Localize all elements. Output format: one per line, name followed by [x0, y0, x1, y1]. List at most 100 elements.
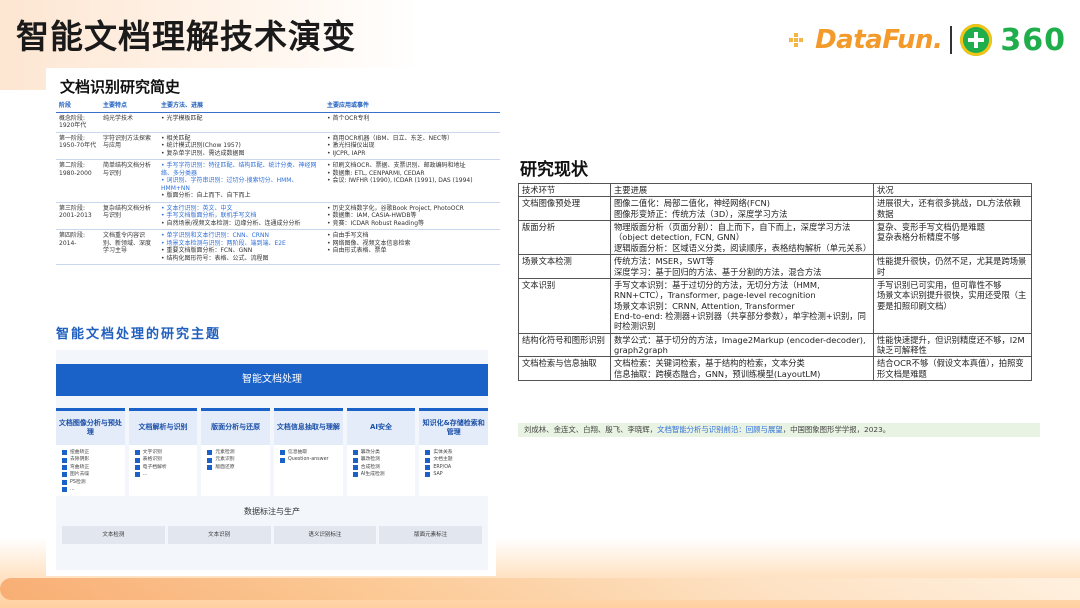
topic-item-label: 篡改分类 [360, 450, 380, 455]
topic-item: 图片去噪 [62, 471, 125, 478]
history-method-item: 单字识别和文本行识别：CNN、CRNN [161, 232, 321, 240]
history-row: 概念阶段: 1920年代纯光学技术光学模板匹配首个OCR专利 [56, 112, 500, 133]
topic-item: 元素检测 [207, 449, 270, 456]
checkbox-icon [62, 472, 67, 478]
topic-item-label: Question-answer [288, 457, 329, 463]
topic-item: 版面还原 [207, 464, 270, 471]
datafun-dots-icon [789, 33, 805, 47]
status-state: 性能快速提升，但识别精度还不够，I2M缺乏可解释性 [873, 332, 1032, 358]
status-progress-line: 逻辑版面分析：区域语义分类，阅读顺序，表格结构解析（单元关系） [614, 242, 872, 253]
history-method-item: 文本行识别：英文、中文 [161, 205, 321, 213]
topic-item: ... [62, 486, 125, 493]
checkbox-icon [134, 465, 140, 471]
history-methods-list: 光学模板匹配 [161, 115, 321, 123]
status-stage: 文档检索与信息抽取 [518, 356, 611, 382]
status-title: 研究现状 [520, 160, 588, 180]
checkbox-icon [62, 457, 67, 463]
history-event-item: 印刷文档OCR、票据、支票识别、邮政编码和地址 [327, 162, 497, 170]
history-row: 第三阶段: 2001-2013复杂结构文档分析与识别文本行识别：英文、中文手写文… [56, 202, 500, 230]
checkbox-icon [425, 465, 431, 471]
topic-item-label: 文字识别 [142, 450, 162, 455]
topic-column: 文档图像分析与预处理 扭曲矫正 去除阴影 弯曲矫正 图片去噪 PS检测... [56, 408, 125, 496]
status-col-header: 主要进展 [610, 182, 874, 198]
topic-item-label: ... [142, 472, 148, 478]
history-events-list: 首个OCR专利 [327, 115, 497, 123]
history-methods: 文本行识别：英文、中文手写文档版面分析，联机手写文档自然场景/视频文本检测：边缘… [158, 202, 324, 230]
history-methods-list: 单字识别和文本行识别：CNN、CRNN场景文本检测与识别：两阶段、端到端、E2E… [161, 232, 321, 262]
topic-column: 文档解析与识别文字识别表格识别 电子档解析... [128, 408, 198, 496]
history-row: 第四阶段: 2014-文档重令内容识别、新领域、深度学习主导单字识别和文本行识别… [56, 229, 500, 265]
history-title: 文档识别研究简史 [60, 78, 181, 96]
history-event-item: 商用OCR机器（IBM、日立、东芝、NEC等） [327, 135, 497, 143]
status-row: 场景文本检测 传统方法：MSER，SWT等 深度学习：基于回归的方法、基于分割的方法… [518, 254, 1032, 279]
status-progress-line: 手写文本识别：基于过切分的方法，无切分方法（HMM, RNN+CTC），Tran… [614, 279, 820, 301]
history-row: 第二阶段: 1980-2000简单结构文档分析与识别手写字符识别：特征匹配、结构… [56, 159, 500, 203]
topic-column: 版面分析与还原 元素检测 元素识别 版面还原 [201, 408, 271, 496]
topic-item: 实体关系 [425, 449, 488, 456]
history-col-header: 主要特点 [100, 100, 158, 113]
history-event-item: 会议: IWFHR (1990), ICDAR (1991), DAS (199… [327, 177, 497, 185]
checkbox-icon [62, 479, 67, 485]
history-event-item: 网络图像、视频文本信息检索 [327, 240, 497, 248]
topic-column-title: AI安全 [346, 411, 416, 445]
status-row: 文本识别 手写文本识别：基于过切分的方法，无切分方法（HMM, RNN+CTC），… [518, 277, 1032, 334]
topic-column-title: 知识化&存储检索和管理 [419, 411, 489, 445]
history-event-item: 数据集: ETL, CENPARMI, CEDAR [327, 170, 497, 178]
history-events: 商用OCR机器（IBM、日立、东芝、NEC等）激光扫描仪出现IJCPR, IAP… [324, 132, 500, 160]
checkbox-icon [352, 450, 358, 456]
history-stage: 第三阶段: 2001-2013 [56, 202, 100, 230]
status-progress-line: 物理版面分析（页面分割）：自上而下，自下而上，深度学习方法（object det… [614, 222, 851, 243]
topic-column-title: 文档信息抽取与理解 [274, 411, 343, 445]
topic-item-label: AI生成检测 [360, 472, 385, 478]
history-event-item: 自由形式表格、票单 [327, 247, 497, 255]
topic-item: 电子档解析 [134, 464, 198, 471]
checkbox-icon [207, 450, 213, 456]
topic-item-label: PS检测 [70, 479, 86, 485]
topic-column-title: 文档解析与识别 [128, 411, 198, 445]
data-cells: 文本检测 文本识别 语义识别标注 版面元素标注 [62, 526, 482, 544]
history-methods: 相关匹配统计模式识别(Chow 1957)复杂单字识别、需达成数据图 [158, 132, 324, 160]
datafun-logo: DataFun. [815, 25, 943, 55]
history-method-item: 相关匹配 [161, 135, 321, 143]
status-progress-line: 图像形变矫正：传统方法（3D），深度学习方法 [614, 208, 788, 219]
history-method-item: 统计模式识别(Chow 1957) [161, 142, 321, 150]
history-method-item: 手写文档版面分析，联机手写文档 [161, 212, 321, 220]
history-events: 历史文档数字化，谷歌Book Project, PhotoOCR数据集：IAM,… [324, 202, 500, 230]
history-feature: 文档重令内容识别、新领域、深度学习主导 [100, 229, 158, 265]
footer-streak [0, 578, 1080, 600]
history-events: 印刷文档OCR、票据、支票识别、邮政编码和地址数据集: ETL, CENPARM… [324, 159, 500, 203]
topic-item-label: 元素检测 [215, 450, 235, 455]
history-stage: 第二阶段: 1980-2000 [56, 159, 100, 203]
status-state-line: 手写识别已可实用，但可靠性不够 [877, 279, 1002, 290]
checkbox-icon [352, 465, 358, 471]
status-progress-line: 信息抽取：跨模态融合，GNN，预训练模型(LayoutLM) [614, 368, 821, 379]
history-event-item: 竞赛：ICDAR Robust Reading等 [327, 220, 497, 228]
status-state-line: 进展很大，还有很多挑战，DL方法依赖数据 [877, 198, 1021, 219]
citation-link[interactable]: 文档智能分析与识别前沿：回顾与展望 [657, 425, 783, 434]
topic-item-label: 合成检测 [360, 464, 380, 470]
topic-item-label: 信息抽取 [288, 450, 308, 455]
history-method-item: 场景文本检测与识别：两阶段、端到端、E2E [161, 240, 321, 248]
status-state: 复杂、变形手写文档仍是难题 复杂表格分析精度不够 [873, 220, 1032, 256]
data-cell: 语义识别标注 [273, 526, 377, 544]
topic-item-label: SAP [433, 472, 443, 478]
history-method-item: 手写字符识别：特征匹配、结构匹配、统计分类、神经网络、多分类器 [161, 162, 321, 177]
topic-items: 篡改分类 篡改检测 合成检测 AI生成检测 [347, 445, 416, 479]
checkbox-icon [62, 487, 67, 493]
checkbox-icon [280, 450, 286, 456]
status-progress: 文档检索：关键词检索，基于结构的检索，文本分类 信息抽取：跨模态融合，GNN，预训… [610, 356, 874, 382]
slide-title: 智能文档理解技术演变 [16, 17, 356, 56]
status-col-header: 技术环节 [518, 182, 611, 198]
360-logo-icon [960, 24, 993, 56]
status-stage: 版面分析 [518, 220, 611, 256]
status-state-line: 复杂表格分析精度不够 [877, 232, 960, 243]
topic-items: 扭曲矫正 去除阴影 弯曲矫正 图片去噪 PS检测... [56, 445, 125, 494]
topic-item: 文档主题 [425, 456, 488, 463]
status-table: 技术环节 主要进展 状况 文档图像预处理 图像二值化：局部二值化，神经网络(FCN… [518, 182, 1032, 382]
status-state: 手写识别已可实用，但可靠性不够 场景文本识别提升很快，实用还受限（主要是扣照印刷文… [873, 277, 1032, 334]
history-row: 第一阶段: 1950-70年代字符识别方法探索与应用相关匹配统计模式识别(Cho… [56, 132, 500, 160]
topic-item-label: 表格识别 [142, 457, 162, 463]
checkbox-icon [425, 450, 431, 456]
topic-item: 篡改分类 [352, 449, 416, 456]
checkbox-icon [134, 457, 140, 463]
